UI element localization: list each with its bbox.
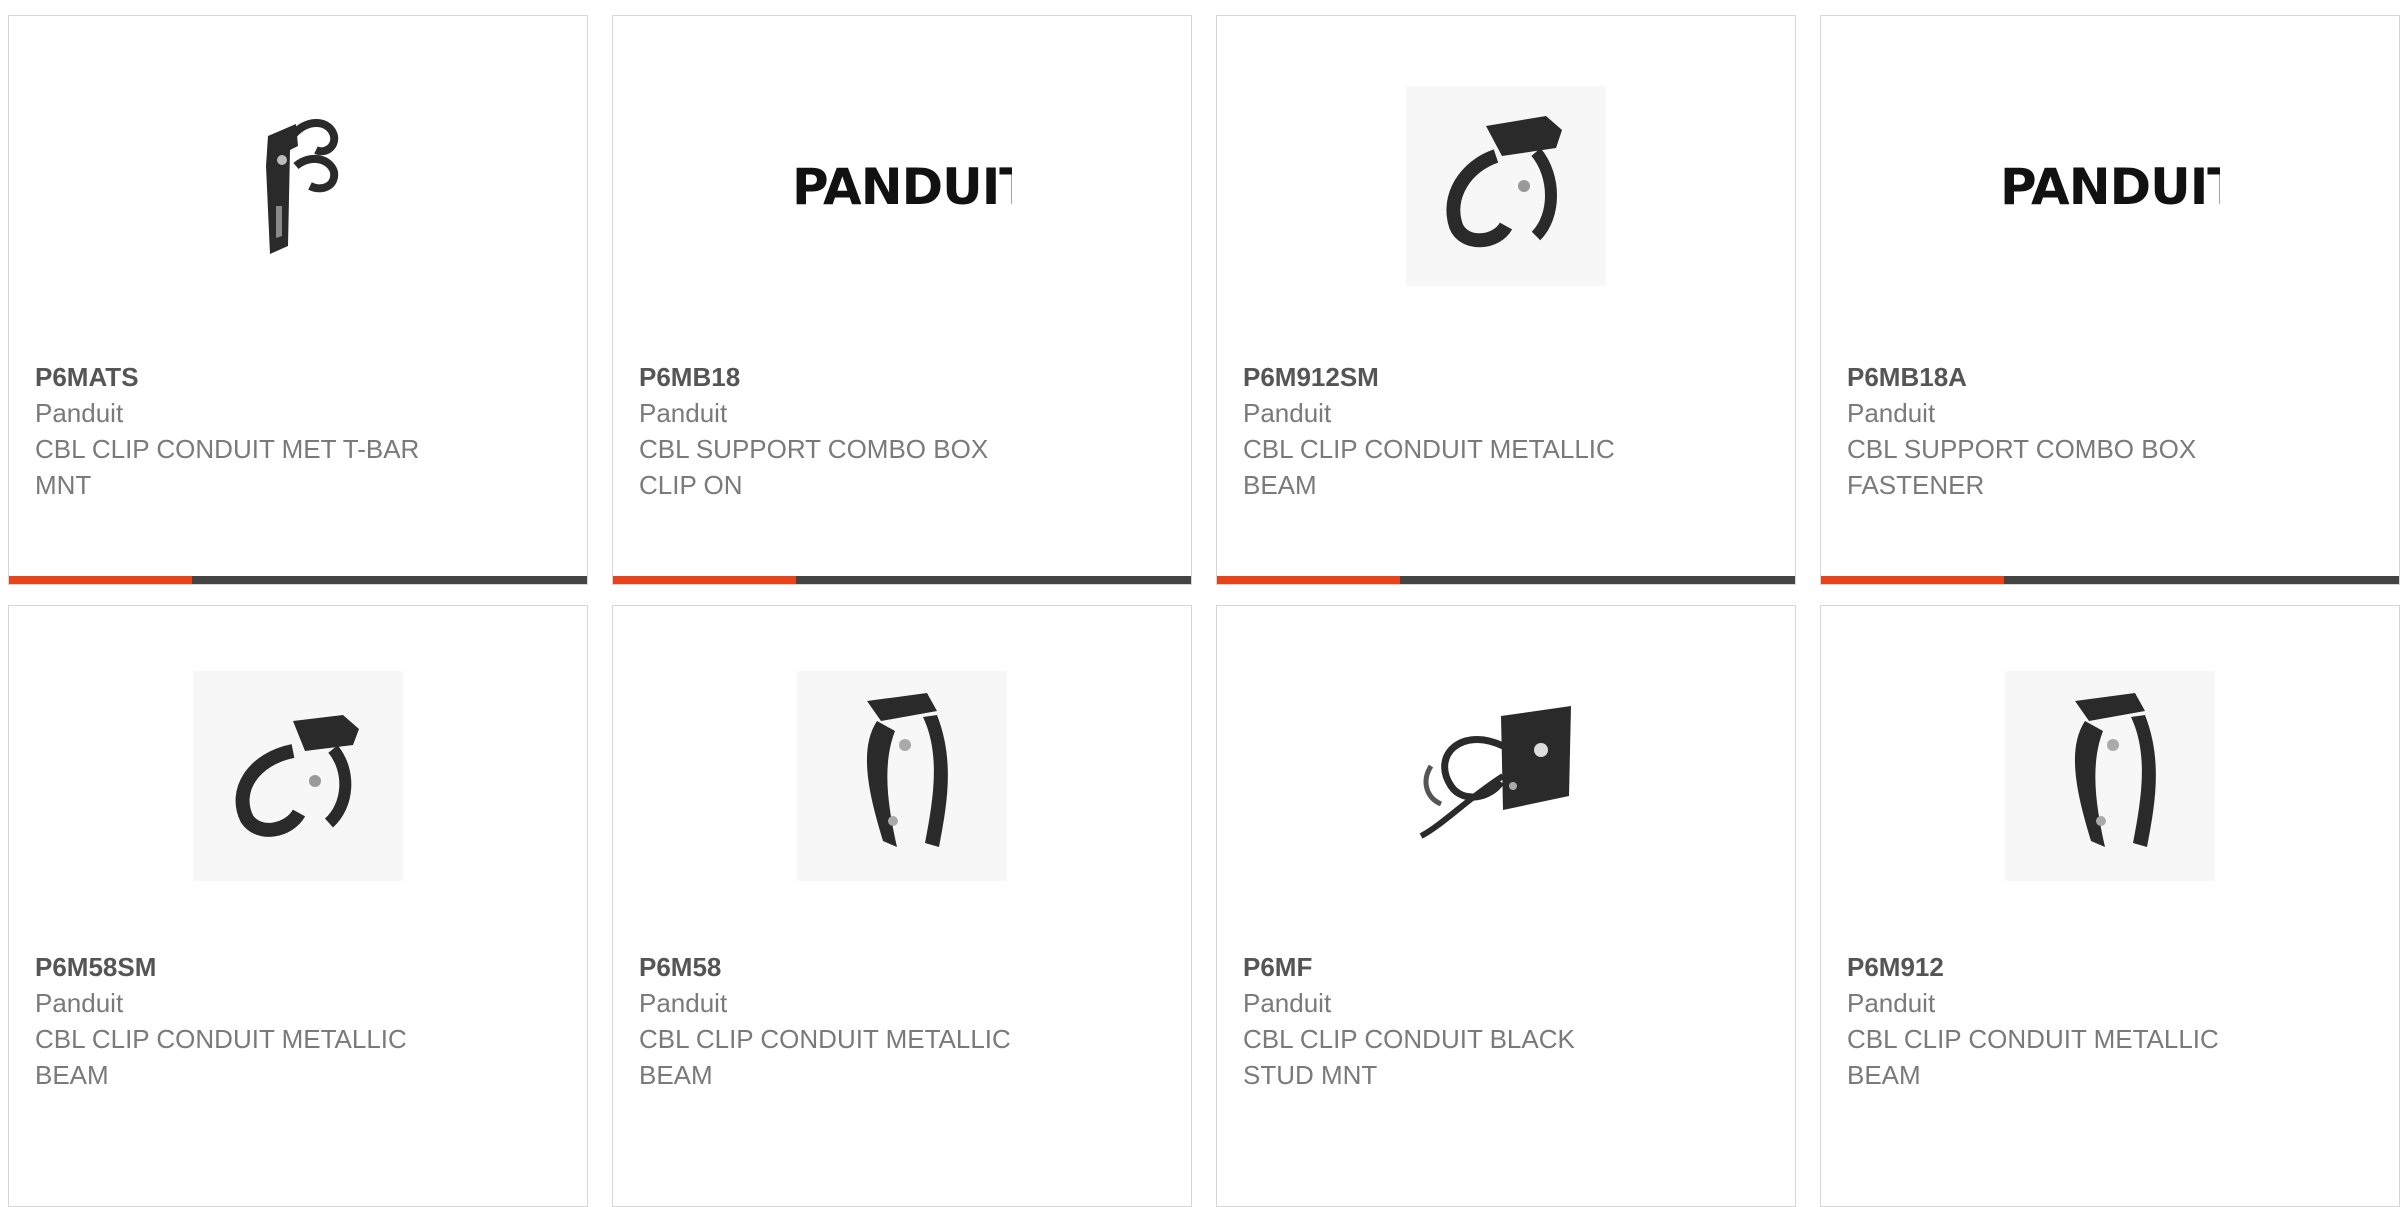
product-image[interactable]	[9, 56, 587, 316]
part-number[interactable]: P6MB18	[639, 359, 1099, 395]
part-number[interactable]: P6MF	[1243, 949, 1703, 985]
product-description: CBL SUPPORT COMBO BOX FASTENER	[1847, 434, 2197, 500]
card-footer-bar	[613, 576, 1191, 584]
product-description: CBL CLIP CONDUIT METALLIC BEAM	[639, 1024, 1011, 1090]
product-info: P6M58 Panduit CBL CLIP CONDUIT METALLIC …	[639, 949, 1099, 1093]
product-card[interactable]: PANDUIT P6MB18 Panduit CBL SUPPORT COMBO…	[612, 15, 1192, 585]
product-info: P6M912 Panduit CBL CLIP CONDUIT METALLIC…	[1847, 949, 2307, 1093]
product-info: P6MB18A Panduit CBL SUPPORT COMBO BOX FA…	[1847, 359, 2307, 503]
stud-clip-photo-icon	[1419, 706, 1571, 839]
manufacturer: Panduit	[639, 988, 728, 1018]
product-card[interactable]: PANDUIT P6MB18A Panduit CBL SUPPORT COMB…	[1820, 15, 2400, 585]
part-number[interactable]: P6MB18A	[1847, 359, 2307, 395]
part-number[interactable]: P6M58	[639, 949, 1099, 985]
vertical-clip-photo-icon	[797, 671, 1007, 881]
manufacturer: Panduit	[1847, 398, 1936, 428]
product-info: P6M912SM Panduit CBL CLIP CONDUIT METALL…	[1243, 359, 1703, 503]
product-image[interactable]	[1217, 56, 1795, 316]
manufacturer: Panduit	[1243, 398, 1332, 428]
tbar-clip-photo-icon	[266, 119, 339, 254]
product-image[interactable]	[1217, 646, 1795, 906]
card-footer-accent	[613, 576, 796, 584]
part-number[interactable]: P6M912SM	[1243, 359, 1703, 395]
product-description: CBL CLIP CONDUIT METALLIC BEAM	[1243, 434, 1615, 500]
logo-text: PANDUIT	[2000, 158, 2220, 216]
card-footer-accent	[9, 576, 192, 584]
card-footer-bar	[1821, 576, 2399, 584]
product-description: CBL CLIP CONDUIT MET T-BAR MNT	[35, 434, 420, 500]
manufacturer: Panduit	[35, 398, 124, 428]
logo-text: PANDUIT	[792, 158, 1012, 216]
product-card[interactable]: P6MF Panduit CBL CLIP CONDUIT BLACK STUD…	[1216, 605, 1796, 1207]
product-image[interactable]: PANDUIT	[1821, 56, 2399, 316]
manufacturer: Panduit	[639, 398, 728, 428]
card-footer-bar	[9, 576, 587, 584]
product-card[interactable]: P6M912SM Panduit CBL CLIP CONDUIT METALL…	[1216, 15, 1796, 585]
product-card[interactable]: P6MATS Panduit CBL CLIP CONDUIT MET T-BA…	[8, 15, 588, 585]
product-image[interactable]	[9, 646, 587, 906]
product-description: CBL CLIP CONDUIT BLACK STUD MNT	[1243, 1024, 1575, 1090]
part-number[interactable]: P6MATS	[35, 359, 495, 395]
part-number[interactable]: P6M58SM	[35, 949, 495, 985]
product-info: P6MB18 Panduit CBL SUPPORT COMBO BOX CLI…	[639, 359, 1099, 503]
card-footer-bar	[1217, 576, 1795, 584]
manufacturer: Panduit	[35, 988, 124, 1018]
product-image[interactable]	[613, 646, 1191, 906]
beam-clip-photo-icon	[1406, 86, 1606, 286]
product-info: P6M58SM Panduit CBL CLIP CONDUIT METALLI…	[35, 949, 495, 1093]
panduit-logo-icon: PANDUIT	[792, 158, 1012, 216]
product-image[interactable]	[1821, 646, 2399, 906]
product-card[interactable]: P6M58SM Panduit CBL CLIP CONDUIT METALLI…	[8, 605, 588, 1207]
product-card[interactable]: P6M58 Panduit CBL CLIP CONDUIT METALLIC …	[612, 605, 1192, 1207]
product-info: P6MATS Panduit CBL CLIP CONDUIT MET T-BA…	[35, 359, 495, 503]
card-footer-accent	[1217, 576, 1400, 584]
vertical-clip-photo-icon	[2005, 671, 2215, 881]
manufacturer: Panduit	[1243, 988, 1332, 1018]
panduit-logo-icon: PANDUIT	[2000, 158, 2220, 216]
part-number[interactable]: P6M912	[1847, 949, 2307, 985]
beam-clip-photo-icon	[193, 671, 403, 881]
card-footer-accent	[1821, 576, 2004, 584]
product-description: CBL CLIP CONDUIT METALLIC BEAM	[1847, 1024, 2219, 1090]
product-image[interactable]: PANDUIT	[613, 56, 1191, 316]
product-info: P6MF Panduit CBL CLIP CONDUIT BLACK STUD…	[1243, 949, 1703, 1093]
product-description: CBL CLIP CONDUIT METALLIC BEAM	[35, 1024, 407, 1090]
product-card[interactable]: P6M912 Panduit CBL CLIP CONDUIT METALLIC…	[1820, 605, 2400, 1207]
manufacturer: Panduit	[1847, 988, 1936, 1018]
product-grid: P6MATS Panduit CBL CLIP CONDUIT MET T-BA…	[8, 15, 2400, 1207]
product-description: CBL SUPPORT COMBO BOX CLIP ON	[639, 434, 989, 500]
